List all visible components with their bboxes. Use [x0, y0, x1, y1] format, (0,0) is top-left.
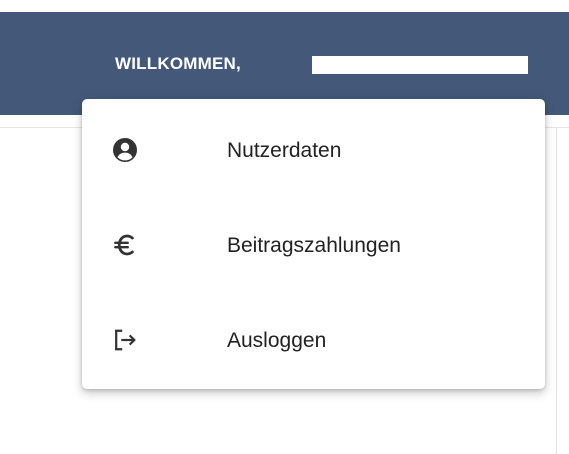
- account-circle-icon: [112, 137, 138, 163]
- redacted-username: [312, 56, 528, 74]
- welcome-text[interactable]: WILLKOMMEN,: [115, 54, 241, 74]
- user-dropdown-menu: Nutzerdaten Beitragszahlungen Ausloggen: [82, 99, 545, 389]
- menu-item-beitragszahlungen[interactable]: Beitragszahlungen: [82, 200, 545, 290]
- menu-item-label: Ausloggen: [227, 329, 327, 352]
- app-screen: WILLKOMMEN, Nutzerdaten Beitragszahlunge…: [0, 0, 569, 454]
- menu-item-label: Beitragszahlungen: [227, 234, 401, 257]
- menu-item-ausloggen[interactable]: Ausloggen: [82, 295, 545, 385]
- menu-item-nutzerdaten[interactable]: Nutzerdaten: [82, 105, 545, 195]
- menu-item-label: Nutzerdaten: [227, 139, 342, 162]
- top-strip: [0, 0, 569, 12]
- right-divider: [556, 127, 557, 454]
- euro-icon: [112, 232, 138, 258]
- logout-icon: [112, 327, 138, 353]
